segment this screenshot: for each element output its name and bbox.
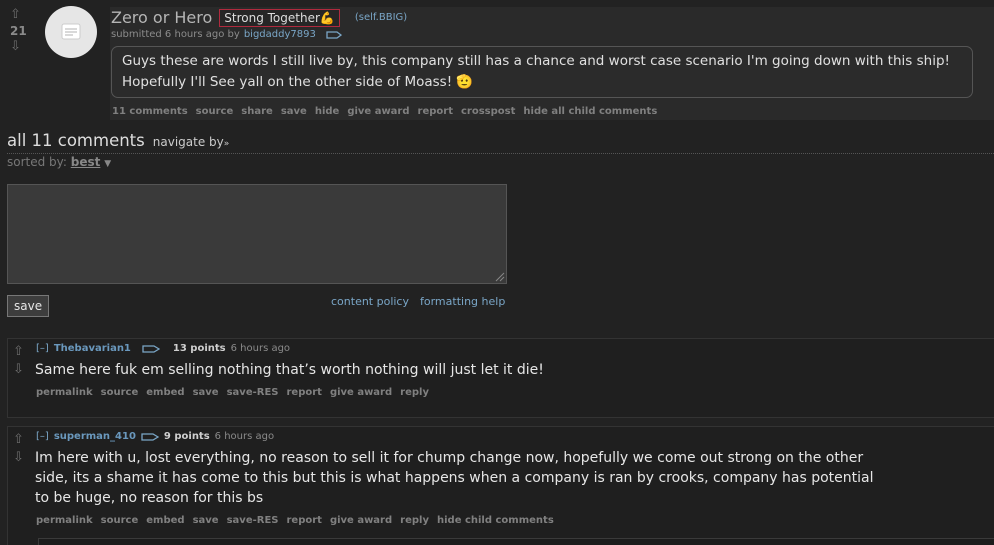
sort-control[interactable]: sorted by: best ▼ [7,155,111,169]
comment-action-buttons: permalink source embed save save-RES report gi… [36,515,562,526]
tagline-text: submitted 6 hours ago by [111,29,240,40]
hide-child-comments-link[interactable]: hide child comments [437,515,554,526]
give-award-link[interactable]: give award [330,387,392,398]
formatting-help-link[interactable]: formatting help [420,295,505,308]
sorted-by-label: sorted by: [7,155,67,169]
comment-score: 13 points [172,343,226,354]
report-link[interactable]: report [286,387,321,398]
post-action-buttons: 11 comments source share save hide give award… [112,106,665,117]
comment-time: 6 hours ago [230,343,291,354]
downvote-arrow-icon[interactable]: ⇩ [13,363,24,376]
self-post-thumbnail[interactable] [45,6,97,58]
content-policy-link[interactable]: content policy [331,295,409,308]
navigate-by-label: navigate by [152,135,224,149]
permalink-link[interactable]: permalink [36,387,93,398]
text-post-icon [61,23,81,40]
reply-link[interactable]: reply [400,387,429,398]
downvote-arrow-icon[interactable]: ⇩ [10,40,21,53]
source-link[interactable]: source [101,387,139,398]
comment-body: Same here fuk em selling nothing that’s … [35,362,544,378]
downvote-arrow-icon[interactable]: ⇩ [13,451,24,464]
comment-time: 6 hours ago [214,431,275,442]
collapse-toggle[interactable]: [–] [36,431,49,442]
source-link[interactable]: source [196,106,234,117]
hide-all-child-comments-link[interactable]: hide all child comments [523,106,657,117]
hide-link[interactable]: hide [315,106,340,117]
post-selftext: Guys these are words I still live by, th… [111,46,973,98]
comment-body: Im here with u, lost everything, no reas… [35,450,874,506]
upvote-arrow-icon[interactable]: ⇧ [13,433,24,446]
collapse-toggle[interactable]: [–] [36,343,49,354]
user-tag-icon[interactable] [142,344,160,354]
post-author-link[interactable]: bigdaddy7893 [244,29,316,40]
comment-action-buttons: permalink source embed save save-RES report gi… [36,387,437,398]
sort-dropdown-icon[interactable]: ▼ [104,159,111,169]
save-comment-button[interactable]: save [7,295,50,317]
save-link[interactable]: save [193,515,219,526]
comment-score: 9 points [163,431,210,442]
user-tag-icon[interactable] [141,432,159,442]
double-chevron-down-icon: » [223,139,230,149]
comment-tagline: [–] superman_410 9 points 6 hours ago [36,431,274,442]
user-tag-icon[interactable] [326,30,342,40]
source-link[interactable]: source [101,515,139,526]
upvote-arrow-icon[interactable]: ⇧ [10,8,21,21]
save-link[interactable]: save [193,387,219,398]
save-res-link[interactable]: save-RES [227,515,279,526]
comment-tagline: [–] Thebavarian1 13 points 6 hours ago [36,343,290,354]
reply-link[interactable]: reply [400,515,429,526]
sort-value[interactable]: best [71,155,101,169]
embed-link[interactable]: embed [146,387,184,398]
header-divider [7,153,994,154]
comments-header-row: all 11 comments navigate by» [7,131,229,150]
post-title-row: Zero or Hero Strong Together💪 (self.BBIG… [111,8,407,27]
post-flair: Strong Together💪 [219,8,340,27]
resize-handle-icon[interactable] [493,270,505,282]
save-link[interactable]: save [281,106,307,117]
post-score: 21 [10,24,27,38]
embed-link[interactable]: embed [146,515,184,526]
comments-link[interactable]: 11 comments [112,106,188,117]
post-tagline: submitted 6 hours ago by bigdaddy7893 [111,29,342,40]
give-award-link[interactable]: give award [330,515,392,526]
save-res-link[interactable]: save-RES [227,387,279,398]
crosspost-link[interactable]: crosspost [461,106,515,117]
give-award-link[interactable]: give award [347,106,409,117]
post-title[interactable]: Zero or Hero [111,8,212,27]
permalink-link[interactable]: permalink [36,515,93,526]
share-link[interactable]: share [241,106,273,117]
comment-author[interactable]: superman_410 [54,431,136,442]
upvote-arrow-icon[interactable]: ⇧ [13,345,24,358]
comments-header: all 11 comments [7,131,145,150]
report-link[interactable]: report [418,106,453,117]
navigate-by-dropdown[interactable]: navigate by» [153,135,230,149]
post-domain[interactable]: (self.BBIG) [355,12,407,23]
comment-author[interactable]: Thebavarian1 [54,343,131,354]
report-link[interactable]: report [286,515,321,526]
comment-textarea[interactable] [7,184,507,284]
